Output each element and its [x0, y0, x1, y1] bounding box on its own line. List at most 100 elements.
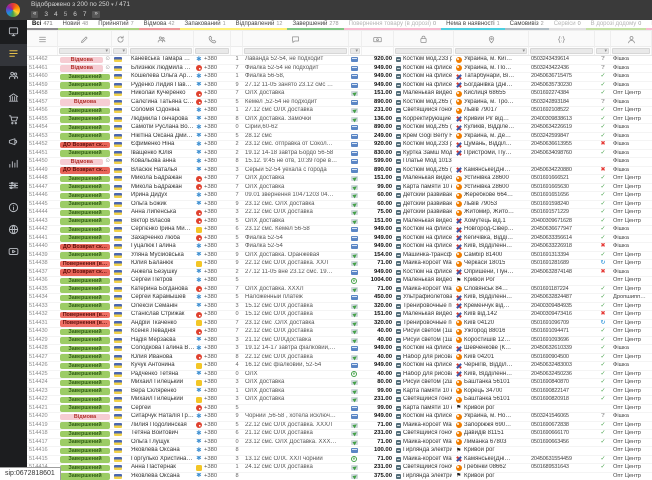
filter-comment-input[interactable]: [244, 48, 347, 54]
status-badge[interactable]: Завершений: [60, 235, 110, 242]
filter-delivery-dropdown[interactable]: [455, 48, 527, 54]
status-badge[interactable]: Завершений: [60, 329, 110, 336]
table-row[interactable]: 514455ЗавершенийЛюдмила Гончарова✱+3808О…: [27, 116, 652, 125]
tracking-number[interactable]: 20450632610339: [529, 345, 595, 353]
phone-cell[interactable]: ✱+380: [194, 456, 231, 464]
phone-cell[interactable]: ✱+380: [194, 277, 231, 285]
sidebar-item-cart[interactable]: [0, 110, 27, 132]
status-badge[interactable]: Завершений: [60, 380, 110, 387]
tracking-number[interactable]: 0501691096709: [529, 320, 595, 328]
table-row[interactable]: 514449ДО Возврат ск…Власюк Наталья✱+3803…: [27, 167, 652, 176]
status-badge[interactable]: Завершений: [60, 303, 110, 310]
table-row[interactable]: 514426ЗавершенийКучук Антонина+380416.12…: [27, 362, 652, 371]
phone-cell[interactable]: +380: [194, 184, 231, 192]
phone-cell[interactable]: +380: [194, 354, 231, 362]
phone-cell[interactable]: +380: [194, 65, 231, 73]
tracking-number[interactable]: 0501692274384: [529, 90, 595, 98]
table-row[interactable]: 514453ЗавершенийНікітіна Оксана Дми…✱+38…: [27, 133, 652, 142]
phone-cell[interactable]: ✱+380: [194, 201, 231, 209]
filter-phone-input[interactable]: [195, 48, 229, 54]
table-row[interactable]: 514458ЗавершенийНиколай Кучеренко+3807ОЛ…: [27, 90, 652, 99]
tracking-number[interactable]: 0501691598240: [529, 201, 595, 209]
phone-cell[interactable]: ✱+380: [194, 150, 231, 158]
status-badge[interactable]: Завершений: [60, 91, 110, 98]
phone-cell[interactable]: ✱+380: [194, 371, 231, 379]
tracking-number[interactable]: 0501690663456: [529, 439, 595, 447]
tracking-number[interactable]: 20400309838613: [529, 116, 595, 124]
status-badge[interactable]: Завершений: [60, 252, 110, 259]
tracking-number[interactable]: 20450634226619: [529, 124, 595, 132]
tracking-number[interactable]: 20450634220880: [529, 167, 595, 175]
tab-Самовивіз[interactable]: Самовивіз2: [505, 20, 549, 30]
phone-cell[interactable]: +380: [194, 90, 231, 98]
tracking-number[interactable]: 20450633356614: [529, 235, 595, 243]
phone-cell[interactable]: ✱+380: [194, 167, 231, 175]
phone-cell[interactable]: ✱+380: [194, 473, 231, 480]
phone-cell[interactable]: ✱+380: [194, 158, 231, 166]
filter-source-input[interactable]: [612, 48, 650, 54]
status-badge[interactable]: Завершений: [60, 371, 110, 378]
tab-Сервіси[interactable]: Сервіси0: [549, 20, 586, 30]
phone-cell[interactable]: +380: [194, 379, 231, 387]
table-row[interactable]: 514429ЗавершенийНадія Мерзаєва✱+380321.1…: [27, 337, 652, 346]
table-row[interactable]: 514425ЗавершенийРадченко Тетяна✱+3800ОЛХ…: [27, 371, 652, 380]
table-row[interactable]: 514460ЗавершенийКошелева Ольга Ар…✱+3801…: [27, 73, 652, 82]
phone-cell[interactable]: ✱+380: [194, 252, 231, 260]
tracking-number[interactable]: 20450636613955: [529, 141, 595, 149]
filter-check-dropdown[interactable]: [596, 48, 609, 54]
table-row[interactable]: 514452ДО Возврат ск…Єфименко Ніна✱+38022…: [27, 141, 652, 150]
tracking-number[interactable]: 0501692108522: [529, 107, 595, 115]
sidebar-item-bank[interactable]: [0, 88, 27, 110]
page-number-7[interactable]: 7: [82, 11, 88, 18]
table-row[interactable]: 514442ЗавершенийСергієнко Ірина Ми…+3806…: [27, 226, 652, 235]
phone-cell[interactable]: ✱+380: [194, 447, 231, 455]
phone-cell[interactable]: +380: [194, 422, 231, 430]
tracking-number[interactable]: 20450636715475: [529, 73, 595, 81]
table-row[interactable]: 514433ЗавершенийОлексій Семанін✱+380315.…: [27, 303, 652, 312]
tab-Всі[interactable]: Всі471: [27, 20, 58, 30]
status-badge[interactable]: Завершений: [60, 150, 110, 157]
tracking-number[interactable]: 20400309473416: [529, 311, 595, 319]
status-badge[interactable]: Завершений: [60, 201, 110, 208]
phone-cell[interactable]: ✱+380: [194, 294, 231, 302]
table-row[interactable]: 514432Повернення (в…Станіслав Стрижак+38…: [27, 311, 652, 320]
table-row[interactable]: 514448ЗавершенийМикола Бадражан+3807ОЛХ …: [27, 175, 652, 184]
table-row[interactable]: 514424ЗавершенийМихаил Гилецький+3803ОЛХ…: [27, 379, 652, 388]
phone-cell[interactable]: ✱+380: [194, 439, 231, 447]
phone-cell[interactable]: +380: [194, 260, 231, 268]
status-badge[interactable]: Завершений: [60, 116, 110, 123]
tab-Нема в наявності[interactable]: Нема в наявності1: [441, 20, 505, 30]
table-row[interactable]: 514447ЗавершенийМикола Бадражан+3807ОЛХ …: [27, 184, 652, 193]
page-size-dropdown-icon[interactable]: ▾: [111, 2, 114, 8]
table-row[interactable]: 514461Відмова⊙Близнюк Людмила …+3807Фиал…: [27, 65, 652, 74]
table-row[interactable]: 514444ЗавершенийАнна Липенська+380322.12…: [27, 209, 652, 218]
status-badge[interactable]: Відмова: [60, 57, 103, 64]
table-row[interactable]: 514431Повернення (в…Андрій Ткаченко+3807…: [27, 320, 652, 329]
tracking-number[interactable]: 0503243422436: [529, 65, 595, 73]
tracking-number[interactable]: 20450635730230: [529, 82, 595, 90]
tab-В дорозі додому[interactable]: В дорозі додому0: [586, 20, 647, 30]
tracking-number[interactable]: [529, 447, 595, 455]
tracking-number[interactable]: 20450631554459: [529, 456, 595, 464]
phone-cell[interactable]: ✱+380: [194, 82, 231, 90]
phone-cell[interactable]: ✱+380: [194, 141, 231, 149]
phone-cell[interactable]: +380: [194, 464, 231, 472]
tracking-number[interactable]: 0503242893184: [529, 99, 595, 107]
phone-cell[interactable]: ✱+380: [194, 243, 231, 251]
page-number-4[interactable]: 4: [53, 11, 59, 18]
tracking-number[interactable]: 0503241546065: [529, 413, 595, 421]
phone-cell[interactable]: ✱+380: [194, 133, 231, 141]
status-badge[interactable]: ДО Возврат ск…: [60, 269, 110, 276]
phone-cell[interactable]: ✱+380: [194, 388, 231, 396]
filter-payment-dropdown[interactable]: [350, 48, 360, 54]
tracking-number[interactable]: 0501691187224: [529, 286, 595, 294]
status-badge[interactable]: ДО Возврат ск…: [60, 167, 110, 174]
tracking-number[interactable]: [529, 473, 595, 480]
filter-flag-dropdown[interactable]: [113, 48, 127, 54]
phone-cell[interactable]: ✱+380: [194, 73, 231, 81]
tracking-number[interactable]: 20450632824487: [529, 294, 595, 302]
filter-product-input[interactable]: [395, 48, 452, 54]
status-badge[interactable]: Завершений: [60, 125, 110, 132]
status-badge[interactable]: Відмова: [60, 99, 110, 106]
table-row[interactable]: 514439ЗавершенийУляна Мусійовська✱+3809О…: [27, 252, 652, 261]
